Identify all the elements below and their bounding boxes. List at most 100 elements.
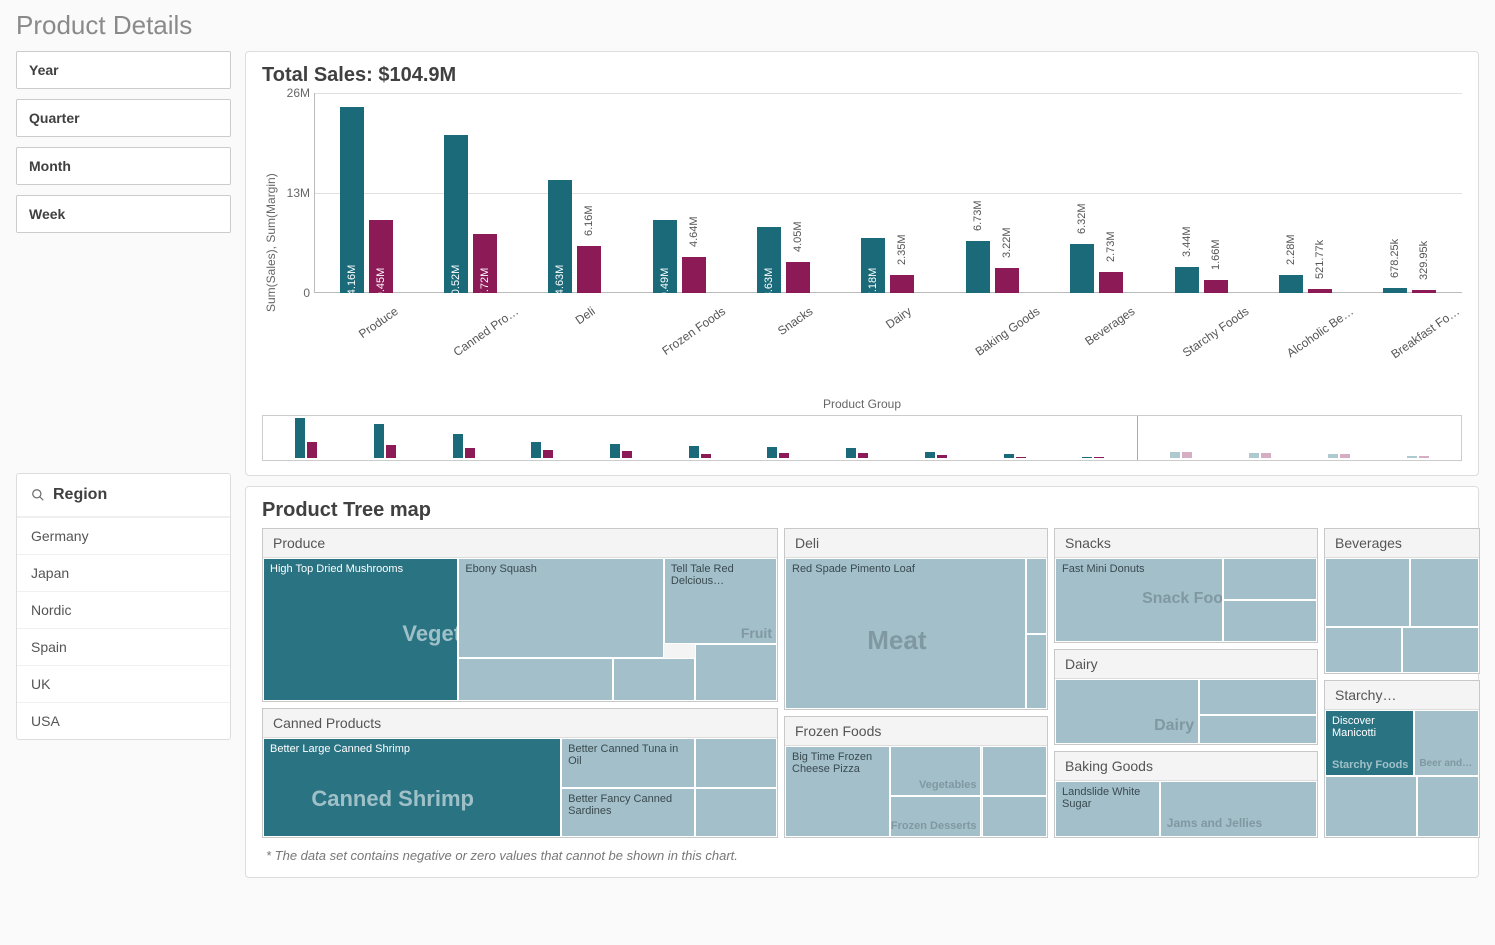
cell-label: Discover Manicotti <box>1332 715 1376 739</box>
treemap-cell[interactable]: Tell Tale Red Delcious… Fruit <box>664 558 777 644</box>
treemap-cell[interactable]: Big Time Frozen Cheese Pizza <box>785 746 890 837</box>
filter-quarter-button[interactable]: Quarter <box>16 99 231 137</box>
sales-chart-card: Total Sales: $104.9M Sum(Sales), Sum(Mar… <box>245 51 1479 476</box>
treemap-header: Produce <box>263 529 777 558</box>
treemap-cell[interactable] <box>1199 679 1317 715</box>
bar[interactable]: 6.16M <box>577 246 601 293</box>
bar-value-label: 4.64M <box>688 217 700 248</box>
treemap-cell[interactable]: Discover Manicotti Starchy Foods <box>1325 710 1414 776</box>
region-item-spain[interactable]: Spain <box>17 628 230 665</box>
treemap-cell[interactable]: Vegetables <box>890 746 982 796</box>
treemap-cell[interactable] <box>1325 776 1417 837</box>
bar[interactable]: 521.77k <box>1308 289 1332 293</box>
treemap-header: Beverages <box>1325 529 1479 558</box>
treemap-deli[interactable]: Deli Red Spade Pimento Loaf Meat <box>784 528 1048 710</box>
filter-week-button[interactable]: Week <box>16 195 231 233</box>
y-tick: 0 <box>303 286 310 300</box>
cell-label: Big Time Frozen Cheese Pizza <box>792 751 872 775</box>
product-treemap[interactable]: Produce High Top Dried Mushrooms Vegetab… <box>262 528 1462 838</box>
treemap-dairy[interactable]: Dairy Dairy <box>1054 649 1318 745</box>
treemap-canned[interactable]: Canned Products Better Large Canned Shri… <box>262 708 778 838</box>
cell-label: Better Large Canned Shrimp <box>270 743 410 755</box>
sales-bar-chart[interactable]: Sum(Sales), Sum(Margin) 26M 13M 0 24.16M… <box>262 93 1462 393</box>
treemap-header: Canned Products <box>263 709 777 738</box>
treemap-cell[interactable]: Better Large Canned Shrimp Canned Shrimp <box>263 738 561 837</box>
category-watermark: Fruit <box>741 625 772 641</box>
treemap-cell[interactable]: Dairy <box>1055 679 1199 744</box>
treemap-cell[interactable] <box>1199 715 1317 744</box>
filter-month-button[interactable]: Month <box>16 147 231 185</box>
bar[interactable]: 329.95k <box>1412 290 1436 293</box>
bar[interactable]: 7.72M <box>473 234 497 293</box>
treemap-cell[interactable] <box>1325 627 1402 673</box>
treemap-baking[interactable]: Baking Goods Landslide White Sugar Jams … <box>1054 751 1318 838</box>
treemap-cell[interactable] <box>1223 600 1317 642</box>
treemap-cell[interactable]: Ebony Squash <box>458 558 664 658</box>
bar[interactable]: 678.25k <box>1383 288 1407 293</box>
bar[interactable]: 9.45M <box>369 220 393 293</box>
treemap-cell[interactable] <box>982 746 1048 796</box>
x-tick-label: Alcoholic Be… <box>1253 298 1357 378</box>
bar-value-label: 9.45M <box>375 268 387 299</box>
bar[interactable]: 3.44M <box>1175 267 1199 293</box>
region-item-nordic[interactable]: Nordic <box>17 591 230 628</box>
treemap-cell[interactable]: Frozen Desserts <box>890 796 982 837</box>
bar[interactable]: 8.63M <box>757 227 781 293</box>
treemap-cell[interactable] <box>1402 627 1479 673</box>
treemap-cell[interactable] <box>1026 558 1047 634</box>
treemap-cell[interactable] <box>695 788 777 837</box>
treemap-cell[interactable] <box>458 658 612 701</box>
region-item-uk[interactable]: UK <box>17 665 230 702</box>
region-item-usa[interactable]: USA <box>17 702 230 739</box>
treemap-produce[interactable]: Produce High Top Dried Mushrooms Vegetab… <box>262 528 778 702</box>
treemap-cell[interactable]: Better Fancy Canned Sardines <box>561 788 695 837</box>
bar[interactable]: 14.63M <box>548 180 572 293</box>
bar[interactable]: 4.64M <box>682 257 706 293</box>
treemap-cell[interactable]: Red Spade Pimento Loaf Meat <box>785 558 1026 709</box>
x-tick-label: Beverages <box>1045 298 1149 378</box>
treemap-snacks[interactable]: Snacks Fast Mini Donuts Snack Foods <box>1054 528 1318 643</box>
treemap-cell[interactable] <box>613 658 695 701</box>
region-search[interactable]: Region <box>17 474 230 517</box>
bar[interactable]: 6.73M <box>966 241 990 293</box>
treemap-cell[interactable] <box>695 738 777 787</box>
treemap-cell[interactable] <box>1417 776 1479 837</box>
filter-year-button[interactable]: Year <box>16 51 231 89</box>
treemap-cell[interactable]: Landslide White Sugar <box>1055 781 1160 837</box>
treemap-cell[interactable]: Jams and Jellies <box>1160 781 1317 837</box>
bar[interactable]: 3.22M <box>995 268 1019 293</box>
treemap-cell[interactable] <box>1026 634 1047 710</box>
treemap-cell[interactable] <box>1325 558 1410 627</box>
treemap-cell[interactable]: Better Canned Tuna in Oil <box>561 738 695 787</box>
treemap-cell[interactable] <box>1410 558 1479 627</box>
treemap-cell[interactable]: High Top Dried Mushrooms Vegetables <box>263 558 458 701</box>
treemap-cell[interactable] <box>982 796 1048 837</box>
bar[interactable]: 6.32M <box>1070 244 1094 293</box>
treemap-cell[interactable]: Beer and… <box>1414 710 1479 776</box>
category-watermark: Beer and… <box>1419 758 1472 769</box>
bar[interactable]: 20.52M <box>444 135 468 293</box>
bar[interactable]: 1.66M <box>1204 280 1228 293</box>
treemap-cell[interactable] <box>1223 558 1317 600</box>
bar[interactable]: 7.18M <box>861 238 885 293</box>
treemap-frozen[interactable]: Frozen Foods Big Time Frozen Cheese Pizz… <box>784 716 1048 838</box>
region-item-germany[interactable]: Germany <box>17 517 230 554</box>
bar[interactable]: 24.16M <box>340 107 364 293</box>
category-watermark: Starchy Foods <box>1332 759 1408 771</box>
category-watermark: Vegetables <box>919 779 976 791</box>
treemap-cell[interactable]: Fast Mini Donuts Snack Foods <box>1055 558 1223 642</box>
bar[interactable]: 9.49M <box>653 220 677 293</box>
bar-value-label: 6.16M <box>583 205 595 236</box>
bar[interactable]: 2.73M <box>1099 272 1123 293</box>
sales-chart-title: Total Sales: $104.9M <box>262 64 1462 87</box>
chart-scroll-preview[interactable] <box>262 415 1462 461</box>
bar[interactable]: 4.05M <box>786 262 810 293</box>
cell-label: High Top Dried Mushrooms <box>270 563 403 575</box>
treemap-starchy[interactable]: Starchy… Discover Manicotti Starchy Food… <box>1324 680 1480 838</box>
treemap-beverages[interactable]: Beverages <box>1324 528 1480 674</box>
bar[interactable]: 2.35M <box>890 275 914 293</box>
bar[interactable]: 2.28M <box>1279 275 1303 293</box>
region-item-japan[interactable]: Japan <box>17 554 230 591</box>
treemap-cell[interactable] <box>695 644 777 701</box>
treemap-card: Product Tree map Produce High Top Dried … <box>245 486 1479 878</box>
